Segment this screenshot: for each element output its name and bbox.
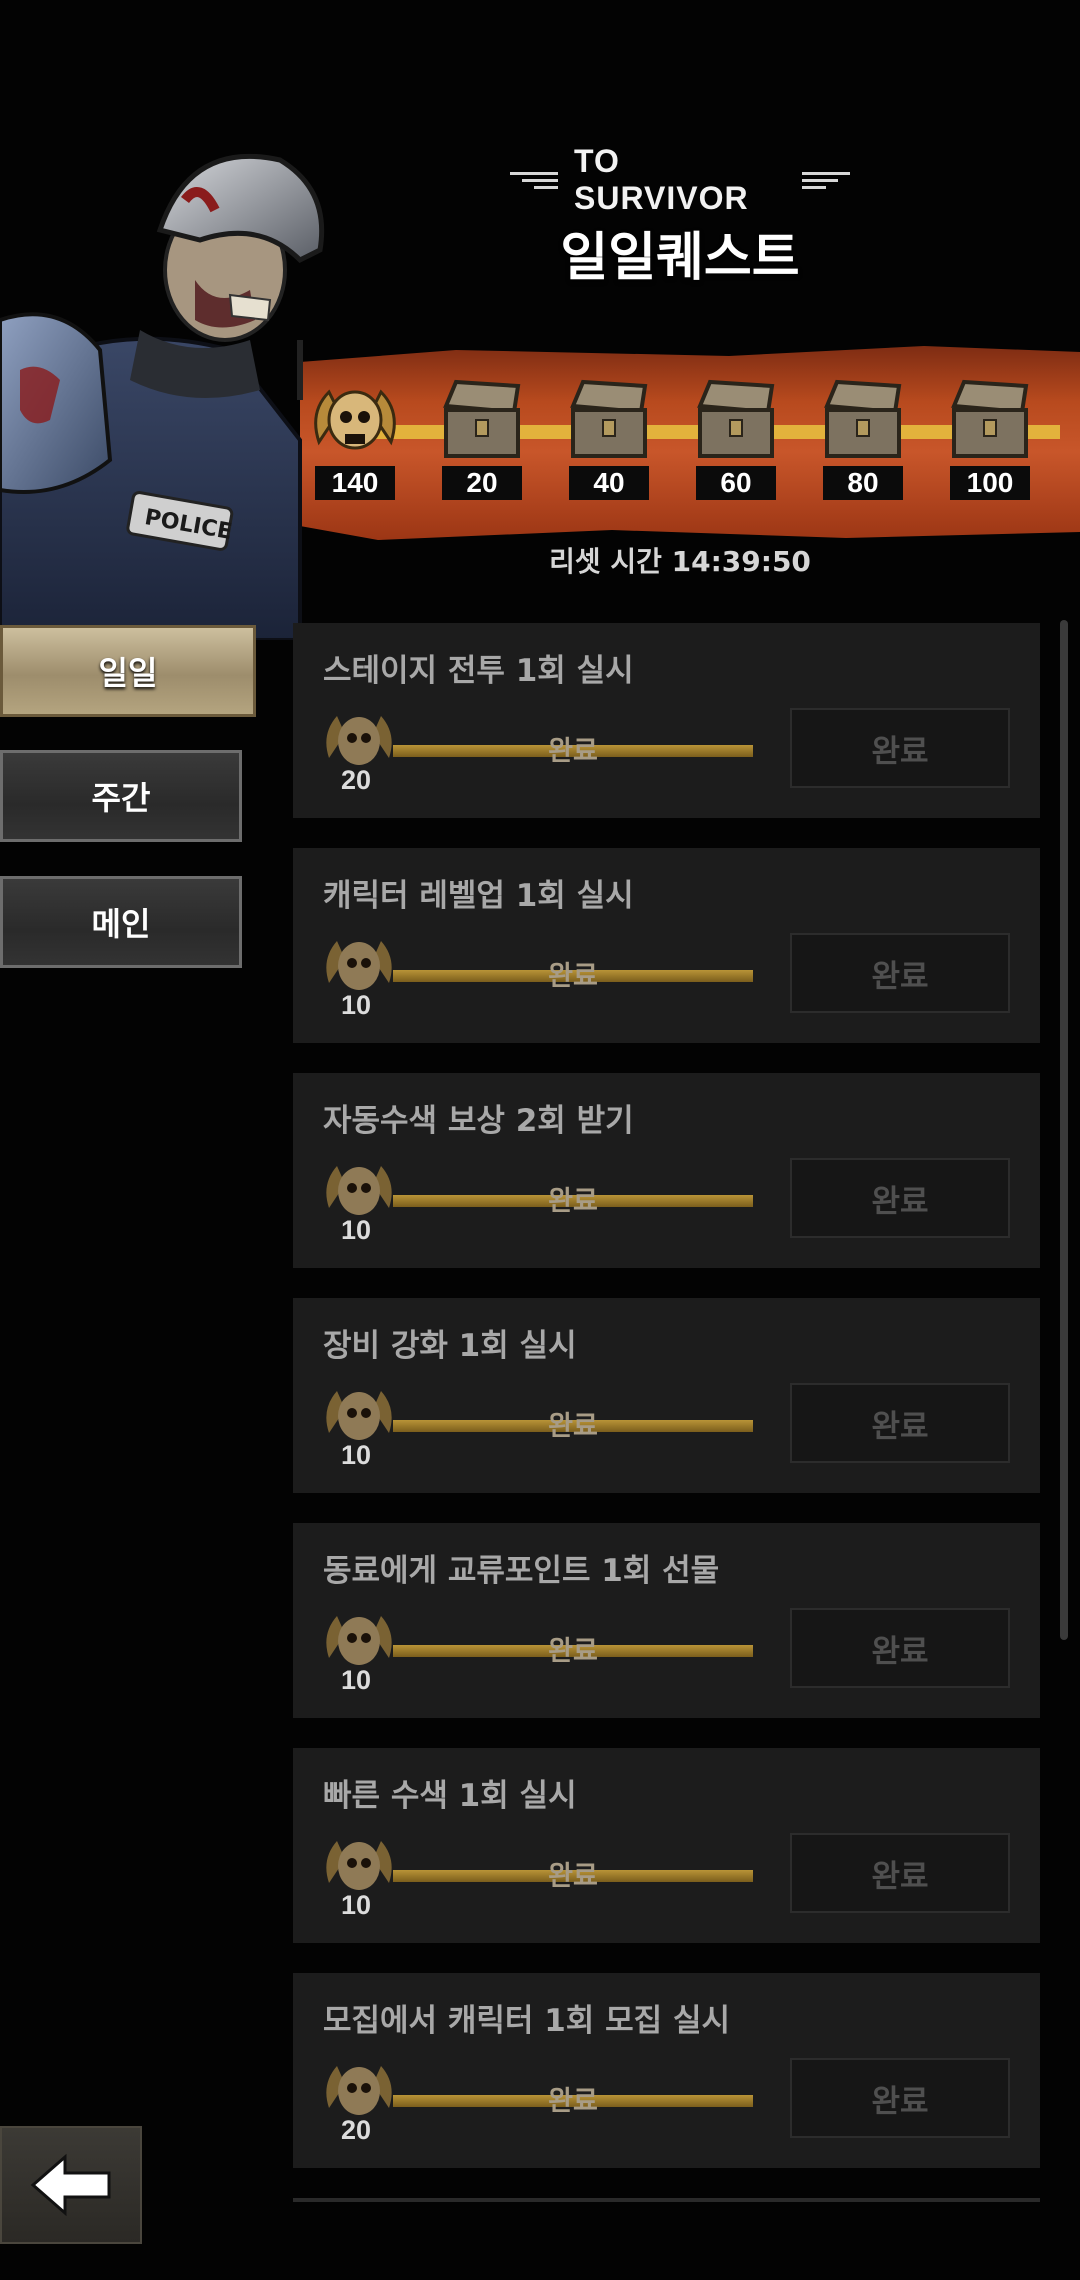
scrollbar[interactable] (1060, 620, 1068, 1640)
milestone-60[interactable]: 60 (686, 370, 786, 500)
reset-timer: 리셋 시간 14:39:50 (549, 545, 811, 578)
progress-label: 완료 (548, 1636, 598, 1667)
milestone-20[interactable]: 20 (432, 370, 532, 500)
skull-emblem-icon (314, 389, 396, 450)
milestone-points-label: 80 (823, 466, 903, 500)
wing-decoration-left-icon (510, 171, 558, 189)
quest-title: 캐릭터 레벨업 1회 실시 (323, 878, 634, 914)
milestone-points-label: 100 (950, 466, 1030, 500)
chest-icon (570, 379, 648, 458)
quest-title: 스테이지 전투 1회 실시 (323, 653, 634, 689)
chest-icon (824, 379, 902, 458)
quest-card: 빠른 수색 1회 실시 10 완료 완료 (293, 1748, 1040, 1943)
wing-decoration-right-icon (802, 171, 850, 189)
chest-icon (697, 379, 775, 458)
tab-label: 주간 (91, 779, 151, 817)
progress-label: 완료 (548, 736, 598, 767)
back-button[interactable] (0, 2126, 142, 2244)
milestone-points-label: 60 (696, 466, 776, 500)
complete-button[interactable]: 완료 (790, 1158, 1010, 1238)
complete-button[interactable]: 완료 (790, 708, 1010, 788)
complete-button[interactable]: 완료 (790, 1608, 1010, 1688)
complete-button[interactable]: 완료 (790, 1833, 1010, 1913)
quest-card: 자동수색 보상 2회 받기 10 완료 완료 (293, 1073, 1040, 1268)
quest-card: 장비 강화 1회 실시 10 완료 완료 (293, 1298, 1040, 1493)
quest-card: 스테이지 전투 1회 실시 20 완료 완료 (293, 623, 1040, 818)
reward-amount: 20 (341, 2115, 372, 2145)
tab-label: 메인 (91, 905, 151, 943)
back-arrow-icon (30, 2153, 111, 2217)
complete-button[interactable]: 완료 (790, 1383, 1010, 1463)
milestone-points-label: 140 (315, 466, 395, 500)
page-title: 일일퀘스트 (560, 228, 800, 288)
quest-title: 모집에서 캐릭터 1회 모집 실시 (323, 2003, 730, 2039)
zombie-police-character-illustration: POLICE (0, 153, 325, 640)
progress-label: 완료 (548, 1186, 598, 1217)
tab-main[interactable]: 메인 (0, 876, 242, 968)
milestone-80[interactable]: 80 (813, 370, 913, 500)
complete-button[interactable]: 완료 (790, 2058, 1010, 2138)
header-subtitle: TO SURVIVOR (510, 143, 850, 216)
reward-amount: 10 (341, 1440, 372, 1470)
progress-label: 완료 (548, 961, 598, 992)
reward-amount: 10 (341, 1215, 372, 1245)
progress-label: 완료 (548, 1861, 598, 1892)
subtitle-text: TO SURVIVOR (574, 143, 749, 216)
chest-icon (951, 379, 1029, 458)
quest-card: 동료에게 교류포인트 1회 선물 10 완료 완료 (293, 1523, 1040, 1718)
tab-daily[interactable]: 일일 (0, 625, 256, 717)
milestone-100[interactable]: 100 (940, 370, 1040, 500)
quest-title: 빠른 수색 1회 실시 (323, 1778, 577, 1814)
tab-label: 일일 (98, 654, 158, 692)
quest-title: 자동수색 보상 2회 받기 (323, 1103, 634, 1139)
quest-title: 장비 강화 1회 실시 (323, 1328, 577, 1364)
milestone-points-label: 40 (569, 466, 649, 500)
quest-title: 동료에게 교류포인트 1회 선물 (323, 1553, 720, 1589)
quest-card: 캐릭터 레벨업 1회 실시 10 완료 완료 (293, 848, 1040, 1043)
tab-weekly[interactable]: 주간 (0, 750, 242, 842)
reward-amount: 20 (341, 765, 372, 795)
chest-icon (443, 379, 521, 458)
progress-label: 완료 (548, 1411, 598, 1442)
reward-amount: 10 (341, 1890, 372, 1920)
complete-button[interactable]: 완료 (790, 933, 1010, 1013)
reward-amount: 10 (341, 990, 372, 1020)
reward-amount: 10 (341, 1665, 372, 1695)
progress-label: 완료 (548, 2086, 598, 2117)
quest-card: 모집에서 캐릭터 1회 모집 실시 20 완료 완료 (293, 1973, 1040, 2168)
list-divider (293, 2198, 1040, 2202)
milestone-points-label: 20 (442, 466, 522, 500)
milestone-140[interactable]: 140 (305, 370, 405, 500)
milestone-40[interactable]: 40 (559, 370, 659, 500)
